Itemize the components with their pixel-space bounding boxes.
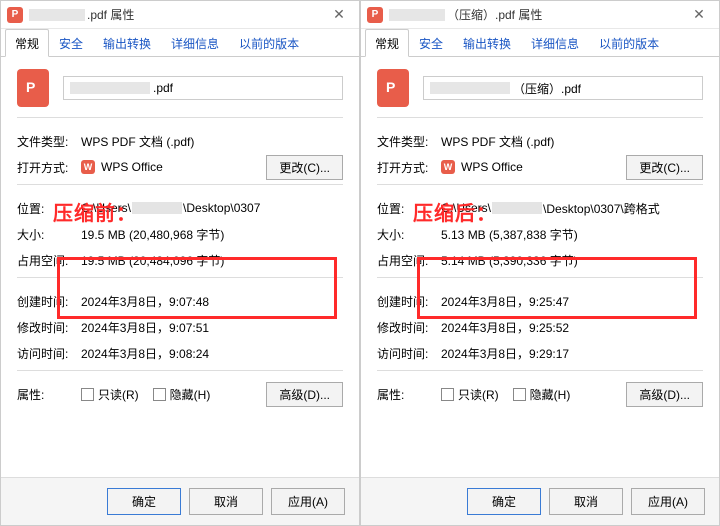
- label-sizeondisk: 占用空间:: [17, 252, 81, 269]
- pdf-app-icon: P: [7, 7, 23, 23]
- close-icon[interactable]: ✕: [685, 5, 713, 25]
- value-accessed: 2024年3月8日，9:08:24: [81, 345, 343, 362]
- ok-button[interactable]: 确定: [107, 488, 181, 515]
- titlebar: P .pdf 属性 ✕: [1, 1, 359, 29]
- label-created: 创建时间:: [377, 293, 441, 310]
- change-button[interactable]: 更改(C)...: [626, 155, 703, 180]
- label-modified: 修改时间:: [377, 319, 441, 336]
- value-sizeondisk: 5.14 MB (5,390,336 字节): [441, 252, 703, 269]
- hidden-checkbox[interactable]: 隐藏(H): [153, 386, 211, 403]
- value-accessed: 2024年3月8日，9:29:17: [441, 345, 703, 362]
- dialog-content: 压缩前： .pdf 文件类型: WPS PDF 文档 (.pdf) 打开方式: …: [1, 57, 359, 477]
- apply-button[interactable]: 应用(A): [631, 488, 705, 515]
- value-created: 2024年3月8日，9:25:47: [441, 293, 703, 310]
- wps-icon: W: [81, 160, 95, 174]
- label-filetype: 文件类型:: [17, 133, 81, 150]
- readonly-checkbox[interactable]: 只读(R): [81, 386, 139, 403]
- value-openwith: W WPS Office: [441, 160, 626, 174]
- window-title: .pdf 属性: [29, 6, 325, 23]
- tab-general[interactable]: 常规: [365, 29, 409, 57]
- tab-general[interactable]: 常规: [5, 29, 49, 57]
- value-filetype: WPS PDF 文档 (.pdf): [441, 133, 703, 150]
- tab-security[interactable]: 安全: [49, 29, 93, 57]
- cancel-button[interactable]: 取消: [189, 488, 263, 515]
- value-size: 19.5 MB (20,480,968 字节): [81, 226, 343, 243]
- apply-button[interactable]: 应用(A): [271, 488, 345, 515]
- file-type-icon: [377, 69, 409, 107]
- label-size: 大小:: [17, 226, 81, 243]
- label-openwith: 打开方式:: [17, 159, 81, 176]
- tabs: 常规 安全 输出转换 详细信息 以前的版本: [361, 29, 719, 57]
- tab-security[interactable]: 安全: [409, 29, 453, 57]
- label-size: 大小:: [377, 226, 441, 243]
- file-type-icon: [17, 69, 49, 107]
- label-accessed: 访问时间:: [17, 345, 81, 362]
- change-button[interactable]: 更改(C)...: [266, 155, 343, 180]
- advanced-button[interactable]: 高级(D)...: [266, 382, 343, 407]
- label-sizeondisk: 占用空间:: [377, 252, 441, 269]
- value-sizeondisk: 19.5 MB (20,484,096 字节): [81, 252, 343, 269]
- value-created: 2024年3月8日，9:07:48: [81, 293, 343, 310]
- advanced-button[interactable]: 高级(D)...: [626, 382, 703, 407]
- label-created: 创建时间:: [17, 293, 81, 310]
- cancel-button[interactable]: 取消: [549, 488, 623, 515]
- tab-output[interactable]: 输出转换: [93, 29, 161, 57]
- value-modified: 2024年3月8日，9:07:51: [81, 319, 343, 336]
- wps-icon: W: [441, 160, 455, 174]
- overlay-label-after: 压缩后：: [413, 197, 497, 226]
- hidden-checkbox[interactable]: 隐藏(H): [513, 386, 571, 403]
- tab-previous[interactable]: 以前的版本: [229, 29, 309, 57]
- value-size: 5.13 MB (5,387,838 字节): [441, 226, 703, 243]
- label-accessed: 访问时间:: [377, 345, 441, 362]
- label-attributes: 属性:: [17, 386, 81, 403]
- label-modified: 修改时间:: [17, 319, 81, 336]
- tabs: 常规 安全 输出转换 详细信息 以前的版本: [1, 29, 359, 57]
- overlay-label-before: 压缩前：: [53, 197, 137, 226]
- value-modified: 2024年3月8日，9:25:52: [441, 319, 703, 336]
- titlebar: P （压缩）.pdf 属性 ✕: [361, 1, 719, 29]
- dialog-footer: 确定 取消 应用(A): [1, 477, 359, 525]
- value-filetype: WPS PDF 文档 (.pdf): [81, 133, 343, 150]
- readonly-checkbox[interactable]: 只读(R): [441, 386, 499, 403]
- window-title: （压缩）.pdf 属性: [389, 6, 685, 23]
- dialog-footer: 确定 取消 应用(A): [361, 477, 719, 525]
- label-filetype: 文件类型:: [377, 133, 441, 150]
- label-openwith: 打开方式:: [377, 159, 441, 176]
- tab-previous[interactable]: 以前的版本: [589, 29, 669, 57]
- tab-output[interactable]: 输出转换: [453, 29, 521, 57]
- properties-dialog-before: P .pdf 属性 ✕ 常规 安全 输出转换 详细信息 以前的版本 压缩前： .…: [0, 0, 360, 526]
- tab-details[interactable]: 详细信息: [521, 29, 589, 57]
- properties-dialog-after: P （压缩）.pdf 属性 ✕ 常规 安全 输出转换 详细信息 以前的版本 压缩…: [360, 0, 720, 526]
- dialog-content: 压缩后： （压缩）.pdf 文件类型: WPS PDF 文档 (.pdf) 打开…: [361, 57, 719, 477]
- filename-input[interactable]: （压缩）.pdf: [423, 76, 703, 100]
- filename-input[interactable]: .pdf: [63, 76, 343, 100]
- value-openwith: W WPS Office: [81, 160, 266, 174]
- tab-details[interactable]: 详细信息: [161, 29, 229, 57]
- ok-button[interactable]: 确定: [467, 488, 541, 515]
- pdf-app-icon: P: [367, 7, 383, 23]
- label-attributes: 属性:: [377, 386, 441, 403]
- close-icon[interactable]: ✕: [325, 5, 353, 25]
